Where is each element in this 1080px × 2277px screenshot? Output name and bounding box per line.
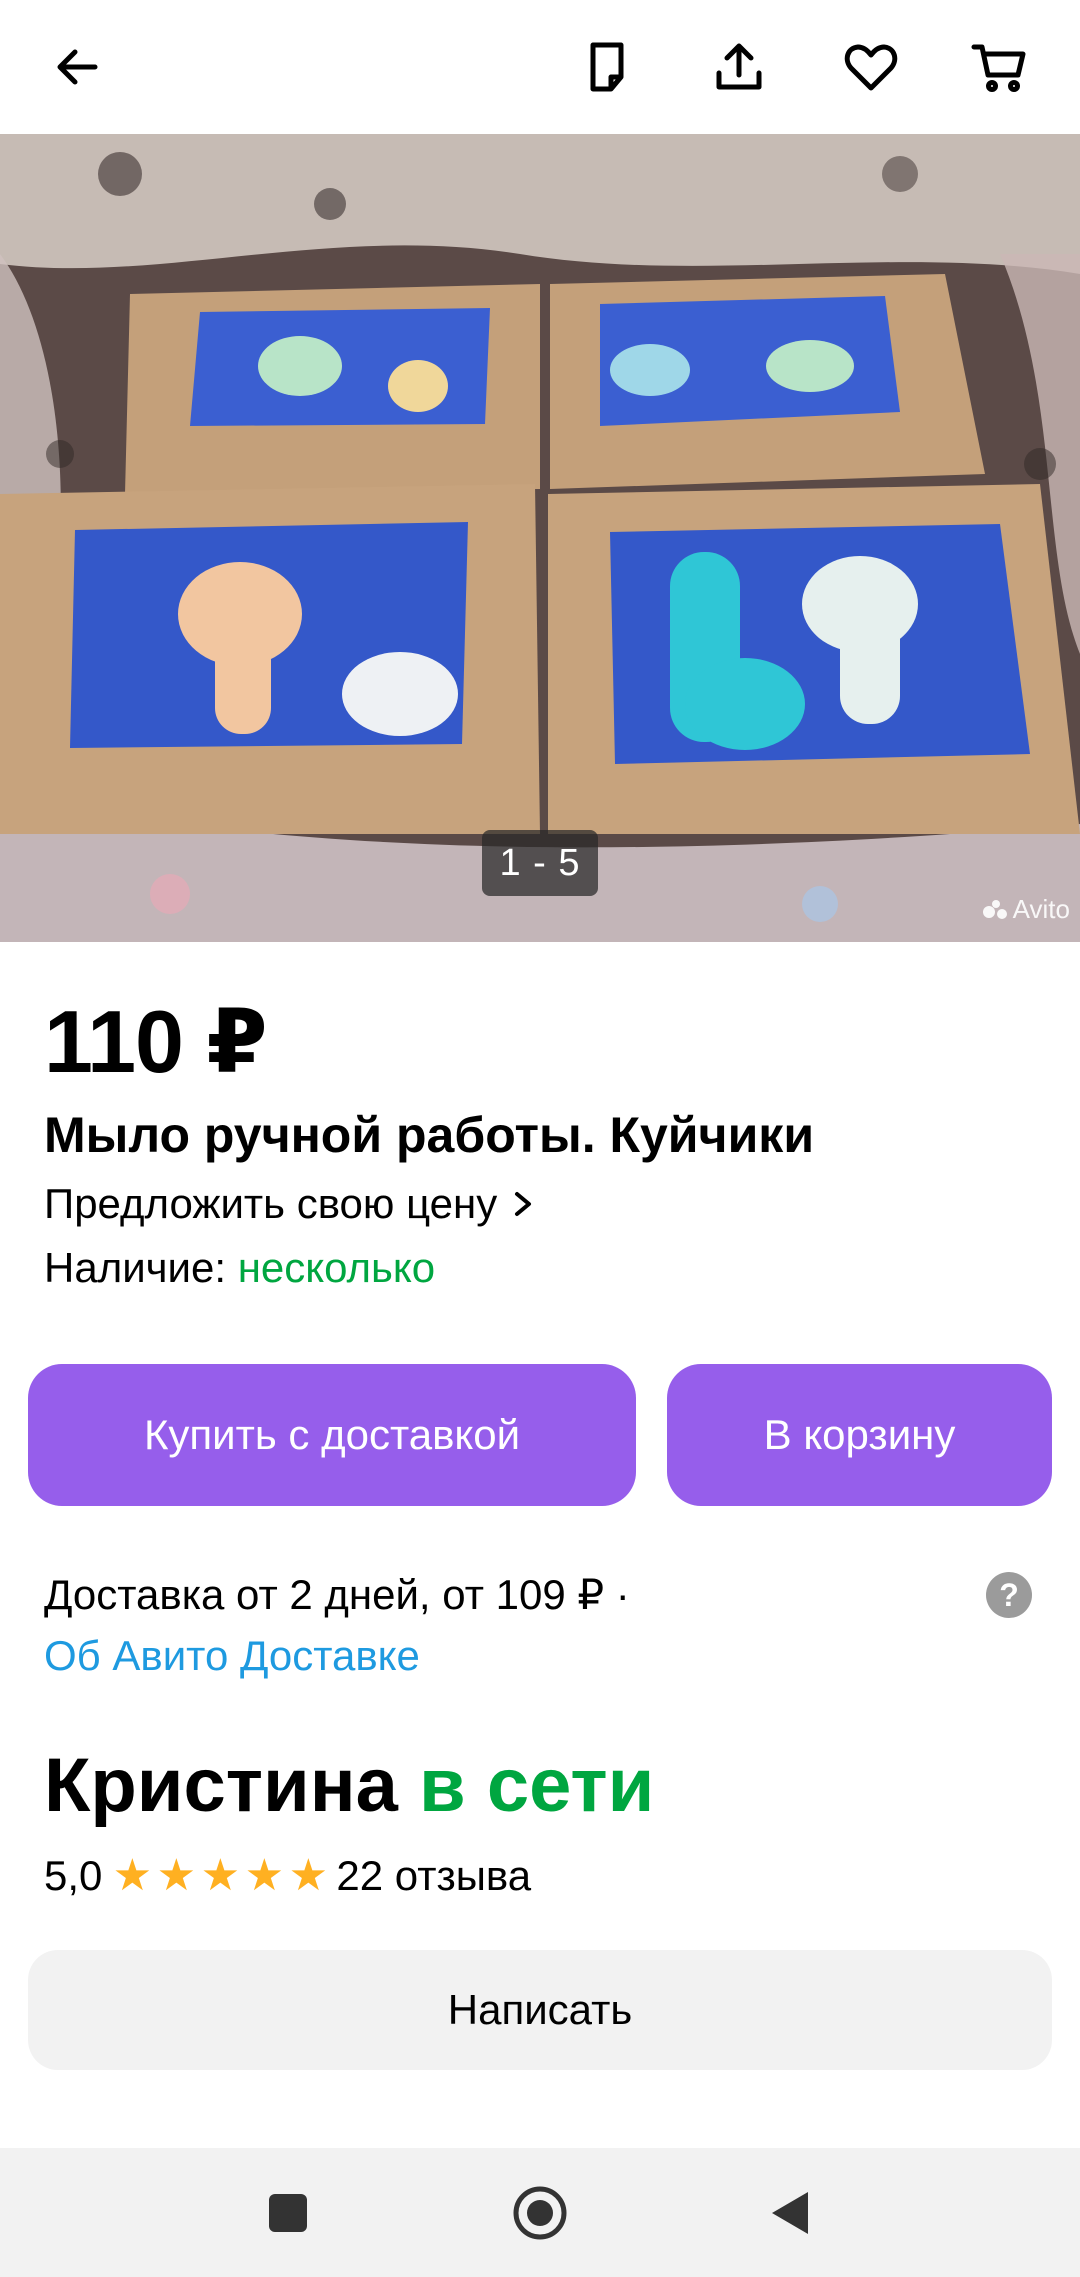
- add-to-cart-button[interactable]: В корзину: [667, 1364, 1052, 1506]
- chevron-right-icon: [515, 1192, 532, 1216]
- back-triangle-icon[interactable]: [756, 2178, 826, 2248]
- share-icon[interactable]: [694, 22, 784, 112]
- seller-online-status: в сети: [419, 1743, 655, 1828]
- note-icon[interactable]: [562, 22, 652, 112]
- recents-icon[interactable]: [253, 2178, 323, 2248]
- product-photo: [0, 134, 1080, 942]
- home-icon[interactable]: [505, 2178, 575, 2248]
- reviews-count: 22 отзыва: [336, 1852, 532, 1899]
- watermark-text: Avito: [1012, 894, 1070, 924]
- rating-stars: ★ ★ ★ ★ ★: [110, 1854, 330, 1898]
- listing-title: Мыло ручной работы. Куйчики: [44, 1107, 815, 1163]
- avito-delivery-link[interactable]: Об Авито Доставке: [44, 1632, 420, 1680]
- avito-logo-icon: [982, 899, 1009, 920]
- seller-rating[interactable]: 5,0 ★ ★ ★ ★ ★ 22 отзыва: [44, 1852, 531, 1900]
- stock-value: несколько: [237, 1244, 436, 1291]
- arrow-left-icon[interactable]: [32, 22, 122, 112]
- heart-icon[interactable]: [826, 22, 916, 112]
- avito-watermark: Avito: [982, 894, 1070, 925]
- buy-with-delivery-button[interactable]: Купить с доставкой: [28, 1364, 636, 1506]
- delivery-info: Доставка от 2 дней, от 109 ₽ ·: [44, 1571, 630, 1618]
- star-icon: ★: [112, 1851, 153, 1900]
- seller-name-row[interactable]: Кристина в сети: [44, 1742, 654, 1829]
- photo-counter: 1 - 5: [482, 830, 598, 896]
- photo-gallery[interactable]: 1 - 5 Avito: [0, 134, 1080, 942]
- star-icon: ★: [288, 1851, 329, 1900]
- star-icon: ★: [156, 1851, 197, 1900]
- stock-row: Наличие: несколько: [44, 1244, 435, 1292]
- star-icon: ★: [200, 1851, 241, 1900]
- offer-price-link[interactable]: Предложить свою цену: [44, 1180, 537, 1228]
- offer-price-label: Предложить свою цену: [44, 1180, 498, 1227]
- seller-name: Кристина: [44, 1743, 398, 1828]
- price: 110 ₽: [44, 992, 268, 1091]
- write-message-button[interactable]: Написать: [28, 1950, 1052, 2070]
- system-nav-bar: [0, 2148, 1080, 2277]
- stock-label: Наличие:: [44, 1244, 227, 1291]
- app-bar: [0, 0, 1080, 134]
- rating-value: 5,0: [44, 1852, 103, 1899]
- help-icon[interactable]: ?: [986, 1572, 1032, 1618]
- star-icon: ★: [244, 1851, 285, 1900]
- cart-icon[interactable]: [955, 22, 1045, 112]
